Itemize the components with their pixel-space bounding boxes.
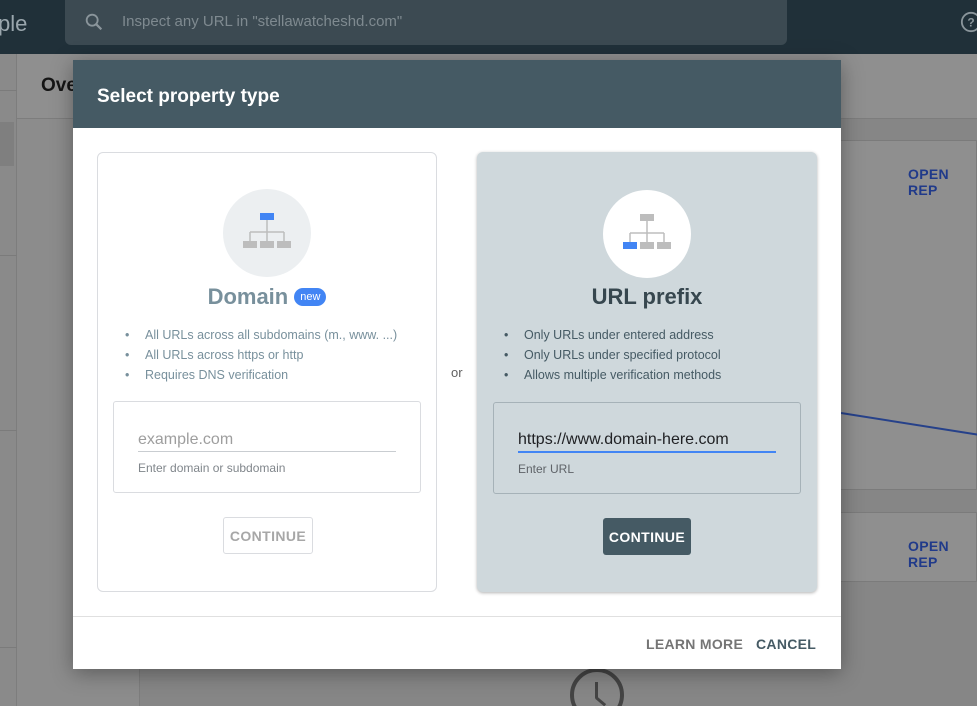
domain-card-title: Domain new (98, 284, 436, 310)
footer-divider (73, 616, 841, 617)
list-item: Requires DNS verification (125, 365, 397, 385)
open-report-link[interactable]: OPEN REP (908, 538, 977, 570)
domain-title-text: Domain (207, 284, 289, 309)
url-input-container: Enter URL (493, 402, 801, 494)
url-input-helper: Enter URL (518, 462, 575, 476)
url-input[interactable] (518, 429, 776, 453)
domain-property-card[interactable]: Domain new All URLs across all subdomains… (97, 152, 437, 592)
domain-sitemap-icon-circle (223, 189, 311, 277)
list-item: All URLs across https or http (125, 345, 397, 365)
dialog-title: Select property type (97, 86, 280, 107)
url-prefix-feature-list: Only URLs under entered address Only URL… (504, 325, 721, 385)
sidebar-divider (0, 430, 17, 431)
domain-input[interactable] (138, 428, 396, 452)
new-badge: new (294, 288, 327, 306)
list-item: All URLs across all subdomains (m., www.… (125, 325, 397, 345)
or-separator: or (451, 365, 463, 380)
list-item: Only URLs under entered address (504, 325, 721, 345)
sidebar-divider (0, 255, 17, 256)
domain-input-helper: Enter domain or subdomain (138, 461, 286, 475)
domain-feature-list: All URLs across all subdomains (m., www.… (125, 325, 397, 385)
page-title: Ove (41, 75, 77, 96)
sidebar-divider (0, 90, 17, 91)
url-prefix-continue-button[interactable]: CONTINUE (603, 518, 691, 555)
sitemap-icon (243, 213, 291, 248)
url-sitemap-icon-circle (603, 190, 691, 278)
sidebar-selected-item (0, 122, 14, 166)
search-placeholder: Inspect any URL in "stellawatcheshd.com" (122, 13, 403, 30)
dialog-header: Select property type (73, 60, 841, 128)
list-item: Only URLs under specified protocol (504, 345, 721, 365)
url-prefix-card-title: URL prefix (591, 284, 703, 309)
domain-continue-button[interactable]: CONTINUE (223, 517, 313, 554)
url-prefix-property-card[interactable]: URL prefix Only URLs under entered addre… (477, 152, 817, 592)
list-item: Allows multiple verification methods (504, 365, 721, 385)
cancel-button[interactable]: CANCEL (756, 636, 816, 652)
domain-input-container: Enter domain or subdomain (113, 401, 421, 493)
top-bar: ple Inspect any URL in "stellawatcheshd.… (0, 0, 977, 54)
sitemap-icon (623, 214, 671, 249)
select-property-dialog: Select property type Domain new All URLs … (73, 60, 841, 669)
url-inspect-search[interactable]: Inspect any URL in "stellawatcheshd.com" (65, 0, 787, 45)
search-icon (85, 13, 103, 31)
svg-text:?: ? (967, 16, 974, 30)
learn-more-button[interactable]: LEARN MORE (646, 636, 743, 652)
brand-logo: ple (0, 11, 28, 36)
help-icon[interactable]: ? (960, 11, 977, 33)
open-report-link[interactable]: OPEN REP (908, 166, 977, 198)
sidebar-divider (0, 647, 17, 648)
